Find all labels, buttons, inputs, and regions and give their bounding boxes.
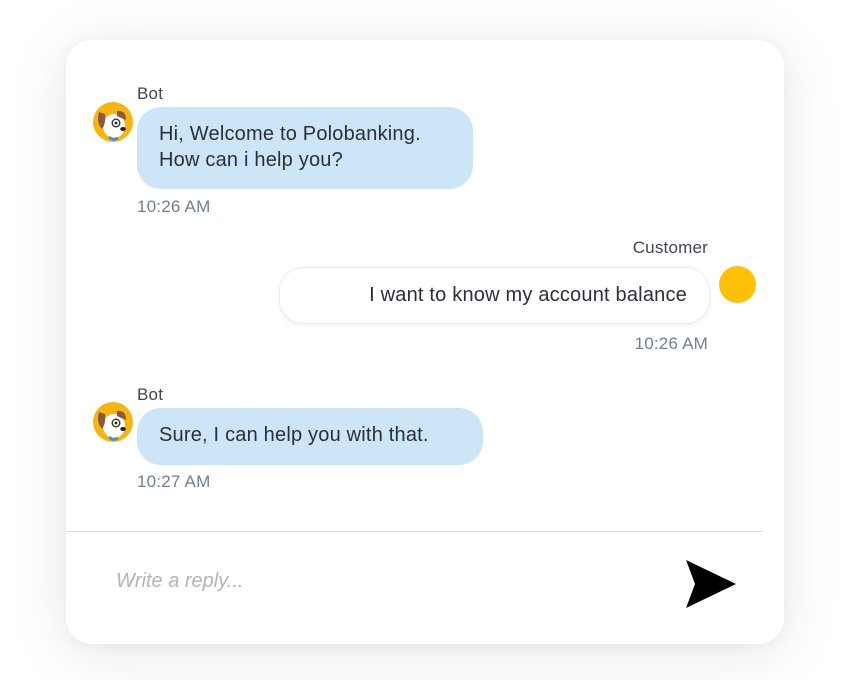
message-sender: Bot (137, 84, 164, 103)
send-icon (686, 560, 736, 608)
message-text: I want to know my account balance (369, 284, 687, 306)
dog-avatar-icon (93, 402, 133, 442)
bot-message-bubble: Sure, I can help you with that. (137, 408, 483, 465)
message-line: How can i help you? (159, 149, 343, 171)
customer-avatar (719, 266, 756, 303)
customer-message-bubble: I want to know my account balance (279, 267, 710, 324)
message-timestamp: 10:26 AM (634, 334, 708, 353)
message-timestamp: 10:26 AM (137, 197, 211, 216)
message-sender: Bot (137, 385, 164, 404)
send-button[interactable] (684, 558, 738, 610)
message-sender: Customer (632, 238, 708, 257)
chat-window: Bot Hi, Welcome to Polobanking. How can … (66, 40, 784, 644)
bot-message-bubble: Hi, Welcome to Polobanking. How can i he… (137, 107, 473, 189)
dog-avatar-icon (93, 102, 133, 142)
message-timestamp: 10:27 AM (137, 472, 211, 491)
composer-divider (66, 531, 763, 532)
message-text: Sure, I can help you with that. (159, 424, 429, 446)
message-line: Hi, Welcome to Polobanking. (159, 123, 421, 145)
reply-input[interactable] (116, 564, 636, 598)
